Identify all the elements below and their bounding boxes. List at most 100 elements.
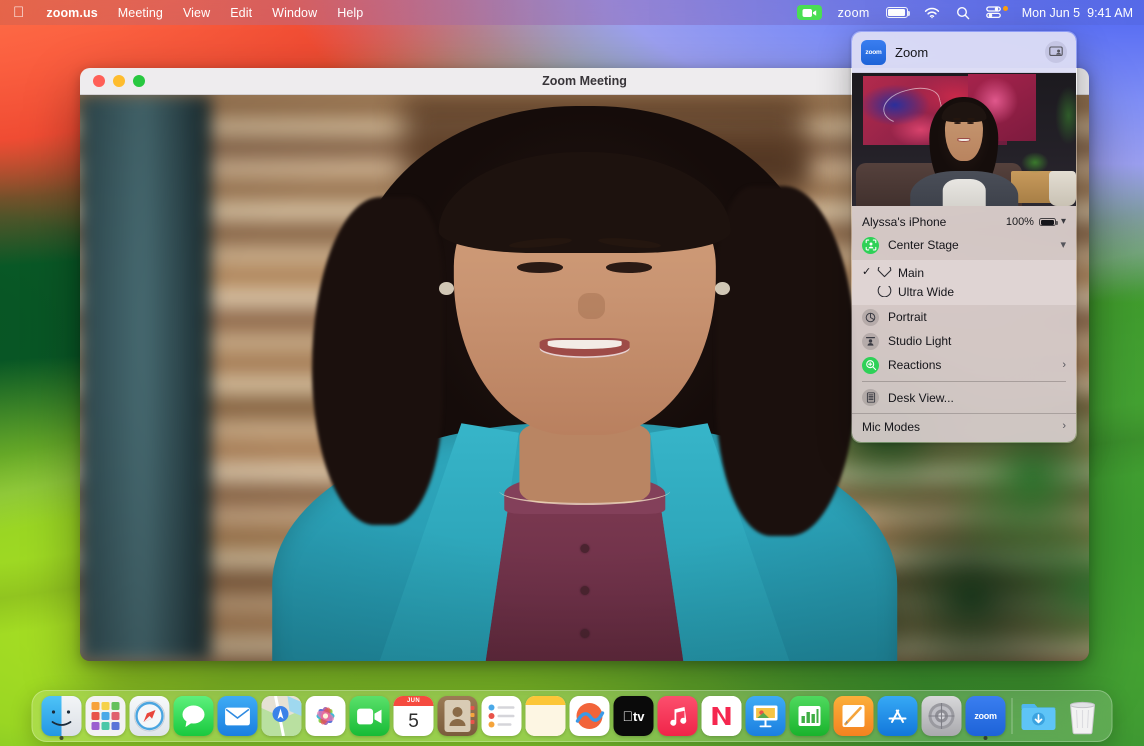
dock-item-downloads[interactable]	[1017, 690, 1061, 742]
zoom-video-controls-panel[interactable]: zoom Zoom	[851, 31, 1077, 443]
menu-item-edit[interactable]: Edit	[220, 0, 262, 25]
menu-bar-status-area: zoom Mon Jun 5 9:41 AM	[789, 0, 1144, 25]
dock-item-news[interactable]	[700, 690, 744, 742]
lens-option-main[interactable]: ✓ Main	[852, 263, 1076, 282]
desk-view-icon	[862, 389, 879, 406]
dock-zoom-label: zoom	[974, 711, 996, 721]
lens-option-ultra-wide[interactable]: Ultra Wide	[852, 282, 1076, 301]
menu-bar-clock[interactable]: Mon Jun 5 9:41 AM	[1016, 0, 1133, 25]
screen-share-icon[interactable]	[1045, 41, 1067, 63]
preview-person-turtleneck	[943, 179, 986, 206]
dock-item-maps[interactable]	[260, 690, 304, 742]
battery-icon[interactable]	[878, 0, 916, 25]
dock[interactable]: JUN 5	[32, 690, 1113, 742]
menu-item-meeting[interactable]: Meeting	[108, 0, 173, 25]
zoom-app-icon-label: zoom	[865, 49, 881, 56]
dock-item-appletv[interactable]: tv	[612, 690, 656, 742]
reactions-chevron-right-icon[interactable]: ›	[1062, 360, 1066, 371]
center-stage-chevron-down-icon[interactable]: ▾	[1060, 240, 1066, 251]
dock-item-numbers[interactable]	[788, 690, 832, 742]
preview-person	[852, 73, 1076, 206]
preview-person-teeth	[958, 139, 969, 141]
studio-light-icon	[862, 333, 879, 350]
chevron-down-icon[interactable]: ▾	[1061, 217, 1066, 227]
studio-light-label: Studio Light	[888, 334, 951, 348]
dock-item-safari[interactable]	[128, 690, 172, 742]
wifi-icon[interactable]	[916, 0, 948, 25]
lens-ultrawide-icon	[877, 286, 898, 297]
menu-item-view[interactable]: View	[173, 0, 220, 25]
center-stage-row[interactable]: Center Stage ▾	[852, 233, 1076, 257]
lens-options-section: ✓ Main Ultra Wide	[852, 260, 1076, 305]
center-stage-label: Center Stage	[888, 238, 959, 252]
menu-bar-time: 9:41 AM	[1087, 6, 1133, 20]
video-camera-status-icon[interactable]	[789, 0, 830, 25]
control-center-indicator-dot	[1003, 6, 1008, 11]
running-indicator-dot-zoom	[984, 736, 988, 740]
portrait-icon	[862, 309, 879, 326]
dock-item-facetime[interactable]	[348, 690, 392, 742]
dock-item-music[interactable]	[656, 690, 700, 742]
center-stage-icon	[862, 237, 879, 254]
dock-item-photos[interactable]	[304, 690, 348, 742]
menu-item-help[interactable]: Help	[327, 0, 373, 25]
dock-item-calendar[interactable]: JUN 5	[392, 690, 436, 742]
reactions-icon	[862, 357, 879, 374]
device-row[interactable]: Alyssa's iPhone 100% ▾	[852, 211, 1076, 233]
preview-person-brow-left	[953, 118, 961, 120]
dock-item-appstore[interactable]	[876, 690, 920, 742]
panel-body: Alyssa's iPhone 100% ▾ Center Stage ▾	[852, 206, 1076, 442]
menu-bar-left:  zoom.us Meeting View Edit Window Help	[0, 0, 373, 25]
desk-view-label: Desk View...	[888, 391, 954, 405]
dock-item-trash[interactable]	[1061, 690, 1105, 742]
dock-item-mail[interactable]	[216, 690, 260, 742]
appletv-label: tv	[633, 709, 645, 724]
mic-modes-label: Mic Modes	[862, 420, 920, 434]
mic-modes-row[interactable]: Mic Modes ›	[852, 415, 1076, 438]
checkmark-icon: ✓	[862, 267, 877, 278]
dock-item-zoom[interactable]: zoom	[964, 690, 1008, 742]
effect-row-studio-light[interactable]: Studio Light	[852, 329, 1076, 353]
calendar-day: 5	[408, 706, 419, 736]
search-icon[interactable]	[948, 0, 978, 25]
panel-divider-2	[852, 413, 1076, 414]
dock-item-reminders[interactable]	[480, 690, 524, 742]
dock-item-notes[interactable]	[524, 690, 568, 742]
dock-item-finder[interactable]	[40, 690, 84, 742]
menu-bar-zoom-label[interactable]: zoom	[830, 0, 878, 25]
desk-view-row[interactable]: Desk View...	[852, 386, 1076, 410]
dock-item-contacts[interactable]	[436, 690, 480, 742]
menu-bar:  zoom.us Meeting View Edit Window Help …	[0, 0, 1144, 25]
dock-item-system-settings[interactable]	[920, 690, 964, 742]
dock-item-messages[interactable]	[172, 690, 216, 742]
device-status: 100% ▾	[1006, 216, 1066, 228]
device-battery-percent: 100%	[1006, 216, 1034, 228]
dock-item-pages[interactable]	[832, 690, 876, 742]
device-battery-icon	[1039, 218, 1056, 227]
effect-row-portrait[interactable]: Portrait	[852, 305, 1076, 329]
panel-app-name: Zoom	[895, 45, 928, 60]
mic-modes-chevron-right-icon[interactable]: ›	[1062, 421, 1066, 432]
menu-item-window[interactable]: Window	[262, 0, 327, 25]
panel-header: zoom Zoom	[852, 32, 1076, 73]
zoom-app-icon: zoom	[861, 40, 886, 65]
calendar-month: JUN	[394, 696, 434, 706]
effect-row-reactions[interactable]: Reactions ›	[852, 353, 1076, 377]
menu-item-zoom-us[interactable]: zoom.us	[36, 0, 107, 25]
camera-preview[interactable]	[852, 73, 1076, 206]
reactions-label: Reactions	[888, 358, 941, 372]
control-center-icon[interactable]	[978, 0, 1016, 25]
lens-main-icon	[877, 267, 898, 278]
device-name: Alyssa's iPhone	[862, 215, 946, 229]
menu-bar-date: Mon Jun 5	[1022, 6, 1080, 20]
dock-item-freeform[interactable]	[568, 690, 612, 742]
lens-main-label: Main	[898, 266, 924, 280]
panel-divider	[862, 381, 1066, 382]
dock-item-launchpad[interactable]	[84, 690, 128, 742]
dock-divider	[1012, 698, 1013, 734]
preview-person-brow-right	[967, 118, 975, 120]
dock-item-keynote[interactable]	[744, 690, 788, 742]
running-indicator-dot	[60, 736, 64, 740]
lens-ultrawide-label: Ultra Wide	[898, 285, 954, 299]
apple-logo-icon[interactable]: 	[0, 0, 36, 25]
